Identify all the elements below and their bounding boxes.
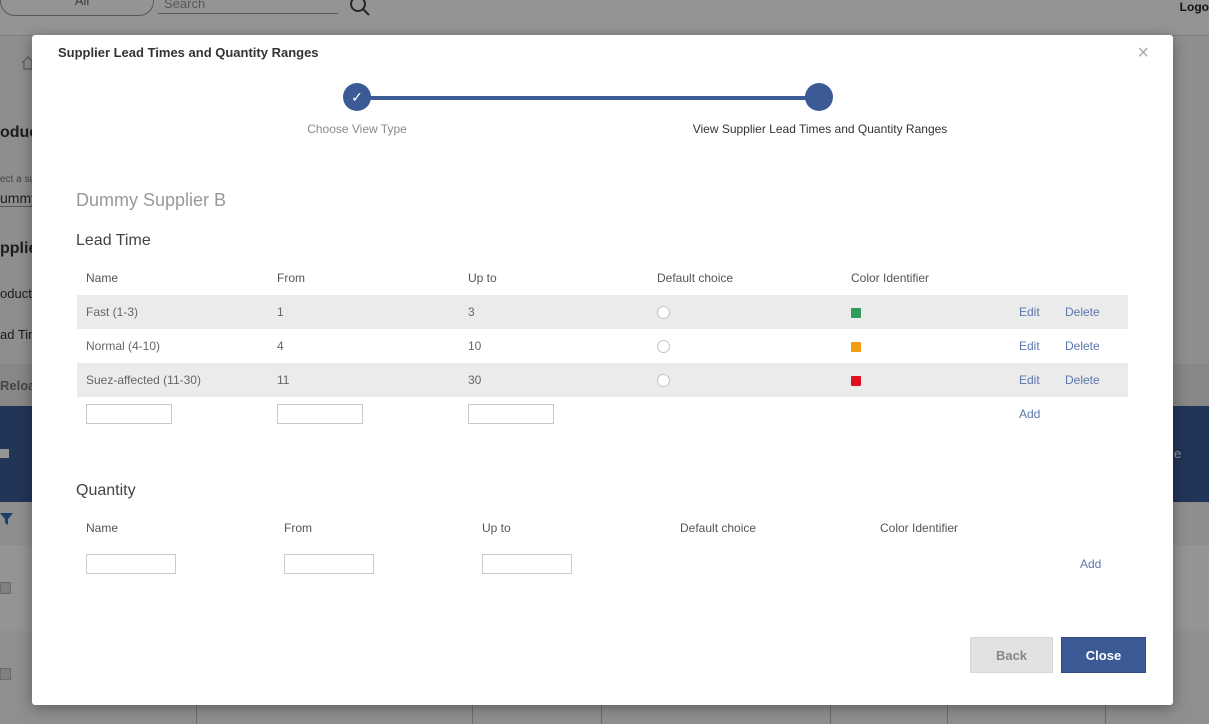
close-icon[interactable]: × xyxy=(1137,43,1149,63)
column-header-name: Name xyxy=(86,271,119,285)
delete-link[interactable]: Delete xyxy=(1065,305,1100,319)
new-lead-time-row: Add xyxy=(77,397,1128,431)
cell-name: Fast (1-3) xyxy=(77,295,268,329)
stepper: ✓ Choose View Type View Supplier Lead Ti… xyxy=(32,83,1173,143)
new-up-to-input[interactable] xyxy=(468,404,554,424)
lead-time-table: Name From Up to Default choice Color Ide… xyxy=(77,261,1128,431)
new-from-input[interactable] xyxy=(284,554,374,574)
column-header-name: Name xyxy=(86,521,119,535)
step-2-indicator xyxy=(805,83,833,111)
column-header-from: From xyxy=(284,521,312,535)
step-1-label[interactable]: Choose View Type xyxy=(307,122,407,136)
column-header-default-choice: Default choice xyxy=(657,271,734,285)
new-name-input[interactable] xyxy=(86,554,176,574)
cell-from: 11 xyxy=(268,363,459,397)
supplier-lead-times-modal: Supplier Lead Times and Quantity Ranges … xyxy=(32,35,1173,705)
modal-title: Supplier Lead Times and Quantity Ranges xyxy=(58,45,319,60)
column-header-up-to: Up to xyxy=(468,271,497,285)
new-quantity-row: Add xyxy=(77,545,1128,583)
close-button[interactable]: Close xyxy=(1061,637,1146,673)
supplier-name: Dummy Supplier B xyxy=(76,190,227,210)
new-up-to-input[interactable] xyxy=(482,554,572,574)
default-choice-radio[interactable] xyxy=(657,374,670,388)
new-from-input[interactable] xyxy=(277,404,363,424)
default-choice-radio[interactable] xyxy=(657,306,670,320)
table-row: Fast (1-3) 1 3 Edit Delete xyxy=(77,295,1128,329)
column-header-up-to: Up to xyxy=(482,521,511,535)
edit-link[interactable]: Edit xyxy=(1019,305,1040,319)
quantity-heading: Quantity xyxy=(76,482,136,499)
cell-name: Suez-affected (11-30) xyxy=(77,363,268,397)
table-row: Suez-affected (11-30) 11 30 Edit Delete xyxy=(77,363,1128,397)
column-header-color-identifier: Color Identifier xyxy=(880,521,959,535)
column-header-from: From xyxy=(277,271,305,285)
lead-time-heading: Lead Time xyxy=(76,232,151,249)
cell-up-to: 3 xyxy=(459,295,648,329)
back-button[interactable]: Back xyxy=(970,637,1053,673)
stepper-progress-line xyxy=(356,96,819,100)
check-icon[interactable]: ✓ xyxy=(343,83,371,111)
column-header-color-identifier: Color Identifier xyxy=(851,271,930,285)
table-row: Normal (4-10) 4 10 Edit Delete xyxy=(77,329,1128,363)
cell-name: Normal (4-10) xyxy=(86,339,161,353)
delete-link[interactable]: Delete xyxy=(1065,339,1100,353)
cell-from: 1 xyxy=(268,295,459,329)
cell-up-to: 10 xyxy=(468,339,482,353)
quantity-header-row: Name From Up to Default choice Color Ide… xyxy=(77,511,1128,545)
quantity-table: Name From Up to Default choice Color Ide… xyxy=(77,511,1128,583)
default-choice-radio[interactable] xyxy=(657,340,670,354)
delete-link[interactable]: Delete xyxy=(1065,373,1100,387)
new-name-input[interactable] xyxy=(86,404,172,424)
edit-link[interactable]: Edit xyxy=(1019,373,1040,387)
step-2-label: View Supplier Lead Times and Quantity Ra… xyxy=(692,122,948,136)
column-header-default-choice: Default choice xyxy=(680,521,757,535)
color-swatch xyxy=(851,307,861,318)
cell-up-to: 30 xyxy=(459,363,648,397)
edit-link[interactable]: Edit xyxy=(1019,339,1040,353)
color-swatch xyxy=(851,375,861,386)
lead-time-header-row: Name From Up to Default choice Color Ide… xyxy=(77,261,1128,295)
add-quantity-link[interactable]: Add xyxy=(1080,557,1101,571)
color-swatch xyxy=(851,341,861,352)
cell-from: 4 xyxy=(277,339,284,353)
add-lead-time-link[interactable]: Add xyxy=(1019,407,1040,421)
